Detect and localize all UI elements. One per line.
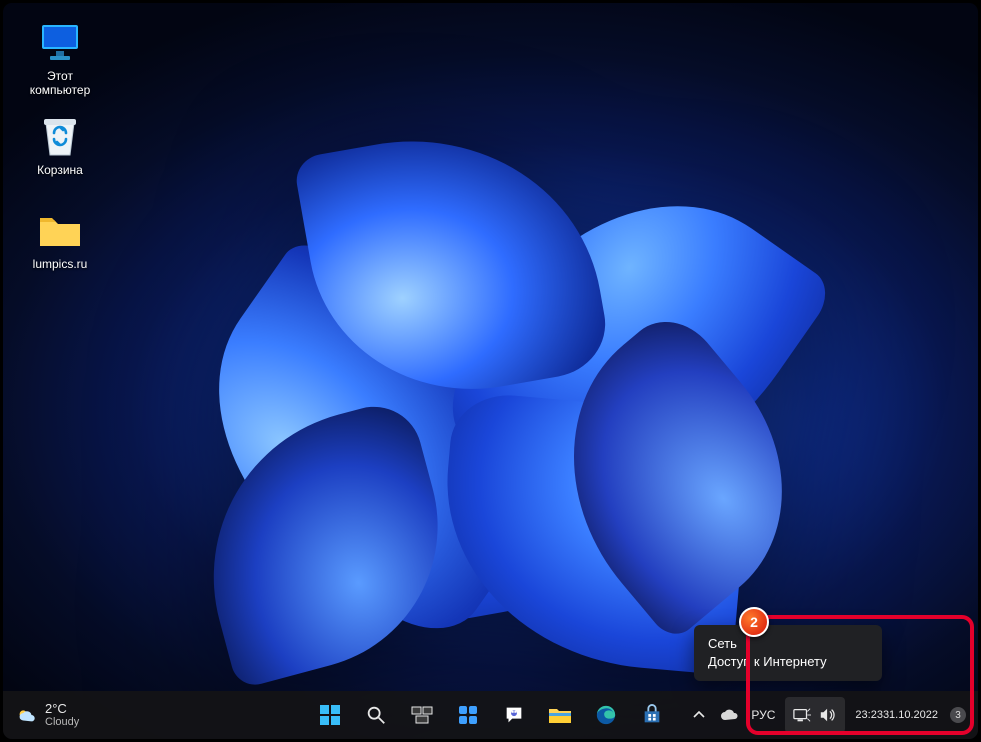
file-explorer-icon: [548, 705, 572, 725]
desktop-icon-label: Корзина: [21, 163, 99, 177]
weather-cond: Cloudy: [45, 716, 79, 729]
tray-time: 23:23: [855, 708, 883, 722]
desktop-icon-recycle-bin[interactable]: Корзина: [21, 115, 99, 177]
chat-icon: [503, 704, 525, 726]
folder-icon: [38, 209, 82, 253]
desktop-icon-label: Этот компьютер: [21, 69, 99, 97]
tray-onedrive-button[interactable]: [719, 695, 741, 735]
tray-notifications-button[interactable]: 3: [948, 695, 968, 735]
tray-overflow-button[interactable]: [689, 695, 709, 735]
monitor-icon: [38, 21, 82, 65]
tray-date: 31.10.2022: [883, 708, 938, 722]
cloud-icon: [720, 708, 740, 722]
taskbar-weather[interactable]: 2°C Cloudy: [15, 702, 79, 729]
search-button[interactable]: [356, 695, 396, 735]
chevron-up-icon: [693, 709, 705, 721]
desktop[interactable]: Этот компьютер Корзина lumpics.ru Сеть Д…: [3, 3, 978, 739]
taskbar-explorer-button[interactable]: [540, 695, 580, 735]
task-view-button[interactable]: [402, 695, 442, 735]
desktop-icon-folder[interactable]: lumpics.ru: [21, 209, 99, 271]
desktop-icon-label: lumpics.ru: [21, 257, 99, 271]
system-tray: РУС 23:23 31.10.2022 3: [689, 695, 978, 735]
tray-language-button[interactable]: РУС: [751, 695, 775, 735]
network-tooltip: Сеть Доступ к Интернету: [694, 625, 882, 681]
tooltip-title: Сеть: [708, 635, 868, 653]
quick-settings-button[interactable]: [785, 697, 845, 733]
taskbar-edge-button[interactable]: [586, 695, 626, 735]
recycle-bin-icon: [38, 115, 82, 159]
start-button[interactable]: [310, 695, 350, 735]
edge-icon: [595, 704, 617, 726]
taskbar-chat-button[interactable]: [494, 695, 534, 735]
wallpaper-bloom: [123, 63, 883, 683]
volume-icon: [819, 707, 837, 723]
widgets-icon: [457, 704, 479, 726]
desktop-icon-this-pc[interactable]: Этот компьютер: [21, 21, 99, 97]
taskbar-center: [310, 695, 672, 735]
search-icon: [365, 704, 387, 726]
network-icon: [793, 707, 811, 723]
tooltip-status: Доступ к Интернету: [708, 653, 868, 671]
windows-logo-icon: [319, 704, 341, 726]
store-icon: [641, 704, 663, 726]
taskbar-widgets-button[interactable]: [448, 695, 488, 735]
tray-language-label: РУС: [751, 708, 775, 722]
weather-icon: [15, 704, 37, 726]
weather-temp: 2°C: [45, 702, 79, 716]
tray-clock-button[interactable]: 23:23 31.10.2022: [855, 695, 938, 735]
taskbar: 2°C Cloudy: [3, 691, 978, 739]
notification-count-badge: 3: [950, 707, 966, 723]
task-view-icon: [411, 706, 433, 724]
taskbar-store-button[interactable]: [632, 695, 672, 735]
